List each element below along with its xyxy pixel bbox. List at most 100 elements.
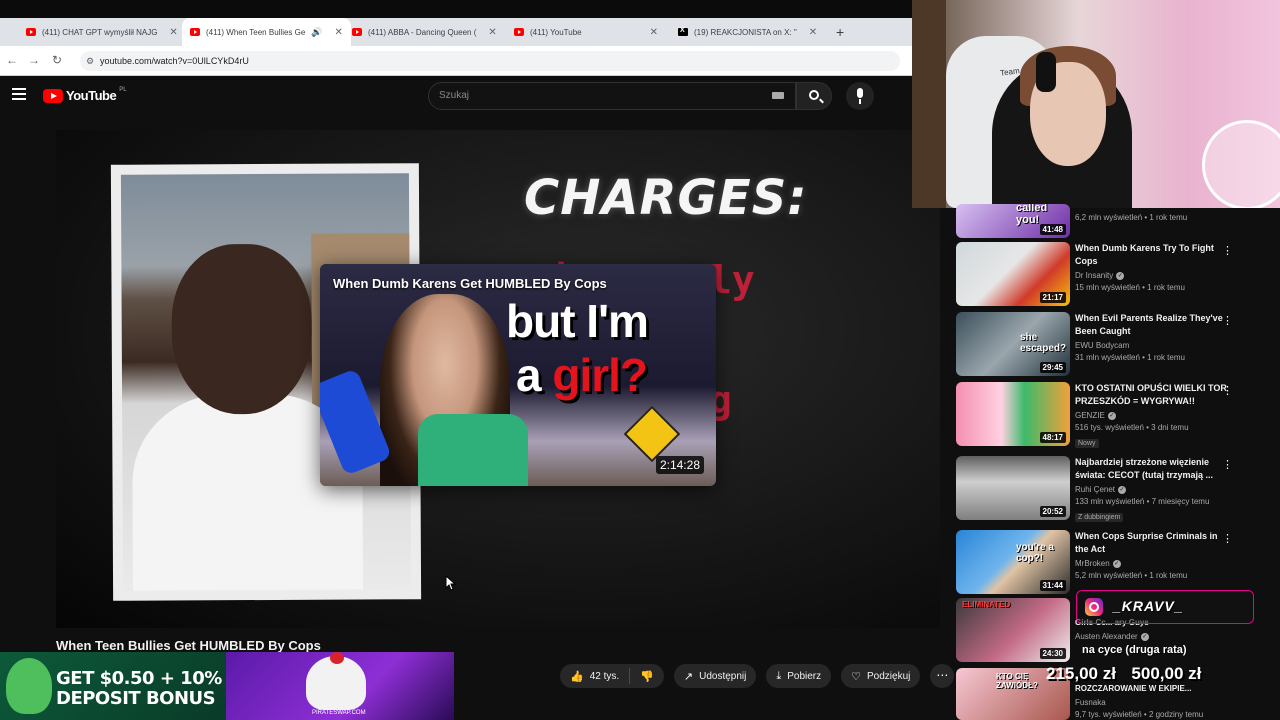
chicken-graphic — [306, 652, 366, 710]
close-icon[interactable]: ✕ — [809, 27, 817, 38]
tab-label: (411) CHAT GPT wymyślił NAJG — [42, 27, 158, 37]
dislike-button[interactable]: 👎 — [630, 670, 664, 683]
back-icon[interactable]: ← — [6, 53, 18, 67]
thumbs-down-icon: 👎 — [640, 670, 654, 683]
download-icon: ⤓ — [776, 669, 782, 682]
recommendation-title: KTO OSTATNI OPUŚCI WIELKI TOR PRZESZKÓD … — [1075, 383, 1227, 406]
close-icon[interactable]: ✕ — [169, 27, 177, 38]
verified-icon: ✓ — [1140, 632, 1149, 641]
recommendation-item[interactable]: you're a cop?! 31:44 When Cops Surprise … — [956, 530, 1256, 596]
pedestrian-sign-icon — [623, 405, 681, 463]
caption-part: a — [516, 349, 553, 401]
search-button[interactable] — [796, 82, 832, 110]
video-actions: 👍 42 tys. 👎 ↗ Udostępnij ⤓ Pobierz ♡ Podzięk… — [560, 664, 955, 688]
more-vert-icon[interactable]: ⋮ — [1222, 532, 1233, 545]
site-settings-icon[interactable]: ⚙ — [86, 51, 94, 71]
ad-line2: DEPOSIT BONUS — [56, 688, 216, 709]
download-label: Pobierz — [787, 670, 822, 682]
share-label: Udostępnij — [699, 670, 747, 682]
recommendation-thumbnail: you're a cop?! 31:44 — [956, 530, 1070, 594]
new-tab-icon[interactable]: + — [836, 24, 844, 40]
ad-banner[interactable]: GET $0.50 + 10% DEPOSIT BONUS PIRATESWAP… — [0, 652, 454, 720]
recommendation-title: When Dumb Karens Try To Fight Cops — [1075, 243, 1214, 266]
more-vert-icon[interactable]: ⋮ — [1222, 314, 1233, 327]
goal-current: 215,00 zł — [1046, 664, 1116, 683]
recommendation-item[interactable]: she escaped? 29:45 When Evil Parents Rea… — [956, 312, 1256, 378]
thumbnail-text: she escaped? — [1020, 332, 1067, 354]
like-button[interactable]: 👍 42 tys. — [560, 668, 631, 684]
more-vert-icon[interactable]: ⋮ — [1222, 244, 1233, 257]
preview-caption-line1: but I'm — [506, 295, 649, 347]
share-icon: ↗ — [683, 670, 694, 683]
forward-icon[interactable]: → — [28, 53, 40, 67]
ad-site: PIRATESWAP.COM — [312, 710, 366, 716]
more-actions-icon[interactable]: ⋯ — [930, 664, 955, 688]
view-meta: 9,7 tys. wyświetleń • 2 godziny temu — [1075, 710, 1204, 719]
recommendation-item[interactable]: 21:17 When Dumb Karens Try To Fight Cops… — [956, 242, 1256, 308]
youtube-wordmark: YouTube — [66, 88, 117, 103]
youtube-play-icon — [43, 88, 63, 103]
browser-tab[interactable]: (411) ABBA - Dancing Queen ( ✕ — [344, 20, 505, 44]
ad-left-panel: GET $0.50 + 10% DEPOSIT BONUS — [0, 652, 226, 720]
browser-tab[interactable]: (19) REAKCJONISTA on X: " ✕ — [670, 20, 825, 44]
recommendation-item[interactable]: 20:52 Najbardziej strzeżone więzienie św… — [956, 456, 1256, 522]
ad-right-panel: PIRATESWAP.COM — [226, 652, 454, 720]
browser-tab[interactable]: (411) CHAT GPT wymyślił NAJG ✕ — [18, 20, 186, 44]
more-vert-icon[interactable]: ⋮ — [1222, 384, 1233, 397]
channel-name: MrBroken — [1075, 559, 1110, 568]
view-meta: 5,2 mln wyświetleń • 1 rok temu — [1075, 571, 1188, 580]
preview-duration: 2:14:28 — [655, 456, 704, 474]
more-vert-icon[interactable]: ⋮ — [1222, 458, 1233, 471]
recommendation-thumbnail: 21:17 — [956, 242, 1070, 306]
recommendation-title: When Evil Parents Realize They've Been C… — [1075, 313, 1223, 336]
url-text: youtube.com/watch?v=0UlLCYkD4rU — [100, 56, 249, 66]
mouse-cursor-icon — [445, 575, 457, 591]
reload-icon[interactable]: ↻ — [52, 53, 62, 67]
tab-label: (19) REAKCJONISTA on X: " — [694, 27, 797, 37]
search-input[interactable]: Szukaj — [428, 82, 796, 110]
tab-label: (411) YouTube — [530, 27, 582, 37]
keyboard-icon[interactable] — [772, 92, 784, 99]
webcam-overlay: Team Gang — [912, 0, 1280, 208]
instagram-handle: _KRAVV_ — [1113, 598, 1184, 614]
url-field[interactable]: ⚙ youtube.com/watch?v=0UlLCYkD4rU — [80, 51, 900, 71]
tab-label: (411) When Teen Bullies Ge — [206, 27, 306, 37]
youtube-favicon-icon — [190, 28, 200, 36]
view-meta: 15 mln wyświetleń • 1 rok temu — [1075, 283, 1185, 292]
verified-icon: ✓ — [1116, 271, 1125, 280]
thumbs-up-icon: 👍 — [570, 670, 584, 683]
dubbed-badge: Z dubbingiem — [1075, 513, 1124, 522]
browser-tab-active[interactable]: (411) When Teen Bullies Ge 🔊 ✕ — [182, 18, 351, 46]
recommendation-item[interactable]: called you! 41:48 6,2 mln wyświetleń • 1… — [956, 204, 1256, 240]
recommendation-thumbnail: ELIMINATED 24:30 — [956, 598, 1070, 662]
channel-name: Fusnaka — [1075, 698, 1106, 707]
speaker-icon[interactable]: 🔊 — [311, 27, 322, 38]
recommendation-thumbnail: she escaped? 29:45 — [956, 312, 1070, 376]
youtube-header: YouTube PL Szukaj — [0, 76, 912, 116]
search-icon — [809, 90, 819, 100]
thanks-button[interactable]: ♡ Podziękuj — [841, 664, 921, 688]
youtube-logo[interactable]: YouTube PL — [43, 87, 127, 103]
thanks-label: Podziękuj — [867, 670, 911, 682]
youtube-favicon-icon — [514, 28, 524, 36]
next-video-preview-card[interactable]: When Dumb Karens Get HUMBLED By Cops but… — [320, 264, 716, 486]
close-icon[interactable]: ✕ — [335, 27, 343, 38]
close-icon[interactable]: ✕ — [650, 27, 658, 38]
preview-title: When Dumb Karens Get HUMBLED By Cops — [333, 276, 607, 291]
browser-tab[interactable]: (411) YouTube ✕ — [506, 20, 666, 44]
channel-name: GENZIE — [1075, 411, 1105, 420]
instagram-handle-overlay: _KRAVV_ — [1076, 590, 1254, 624]
share-button[interactable]: ↗ Udostępnij — [673, 664, 757, 688]
donation-goal-amount: 215,00 zł 500,00 zł — [1046, 664, 1201, 684]
address-bar: ← → ↻ ⚙ youtube.com/watch?v=0UlLCYkD4rU — [0, 46, 912, 76]
youtube-favicon-icon — [352, 28, 362, 36]
preview-caption-line2: a girl? — [516, 348, 648, 402]
download-button[interactable]: ⤓ Pobierz — [766, 664, 832, 688]
voice-search-button[interactable] — [846, 82, 874, 110]
recommendation-item[interactable]: 48:17 KTO OSTATNI OPUŚCI WIELKI TOR PRZE… — [956, 382, 1256, 448]
close-icon[interactable]: ✕ — [488, 27, 496, 38]
hamburger-menu-icon[interactable] — [12, 88, 26, 100]
view-meta: 133 mln wyświetleń • 7 miesięcy temu — [1075, 497, 1210, 506]
duration-badge: 24:30 — [1039, 648, 1066, 659]
recommendation-thumbnail: called you! 41:48 — [956, 204, 1070, 238]
